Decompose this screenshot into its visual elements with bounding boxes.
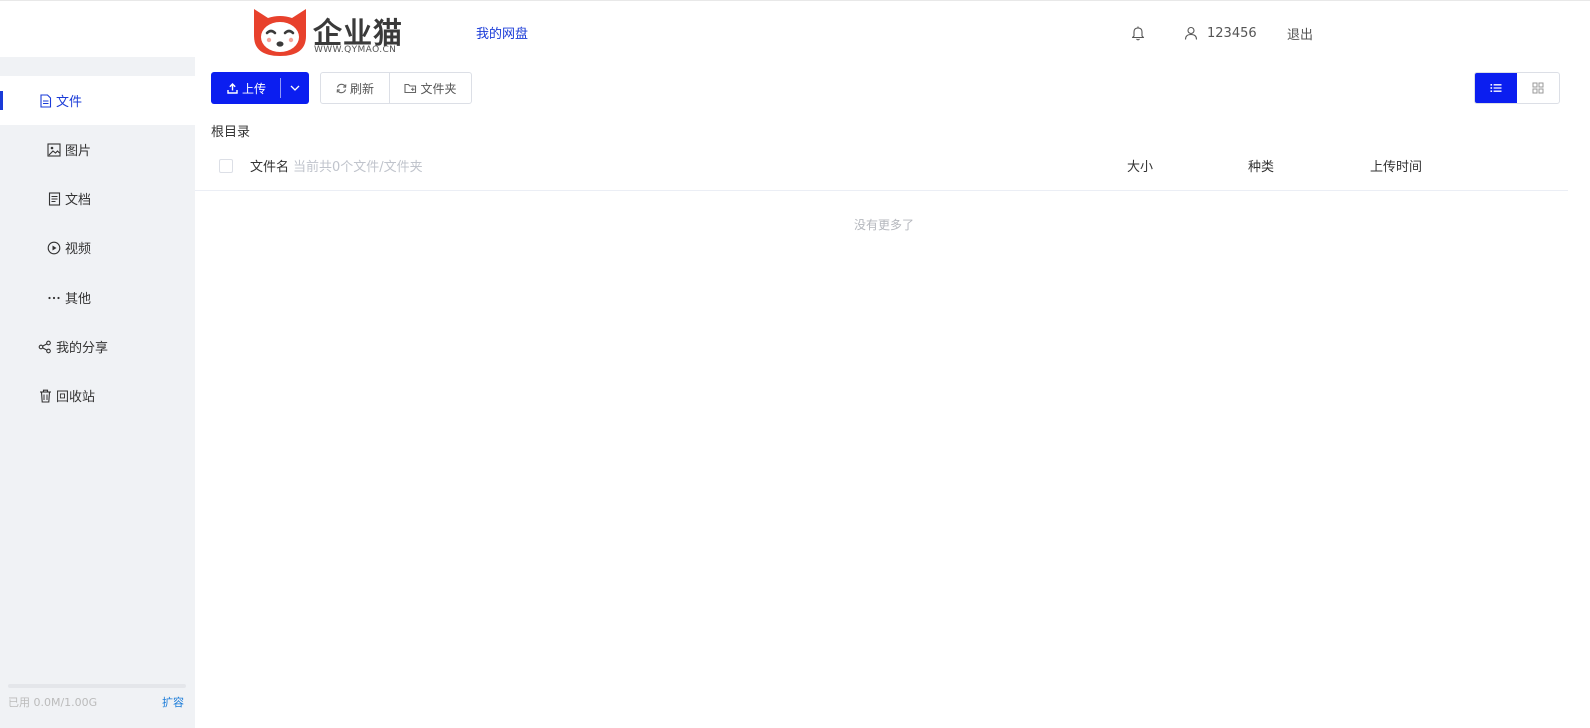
sidebar-item-label: 回收站: [56, 390, 96, 405]
expand-storage-link[interactable]: 扩容: [162, 694, 184, 710]
nav-my-drive[interactable]: 我的网盘: [476, 23, 528, 42]
sidebar-item-documents[interactable]: 文档: [0, 174, 195, 223]
sidebar-item-files[interactable]: 文件: [0, 76, 195, 125]
logo[interactable]: 企业猫 WWW.QYMAO.CN: [252, 6, 412, 58]
user-icon: [1184, 26, 1198, 40]
logo-url: WWW.QYMAO.CN: [314, 45, 397, 55]
sidebar-item-other[interactable]: 其他: [0, 273, 195, 322]
image-icon: [47, 142, 61, 157]
user-menu[interactable]: 123456: [1184, 24, 1257, 42]
logout-link[interactable]: 退出: [1287, 24, 1313, 43]
play-circle-icon: [47, 241, 61, 255]
trash-icon: [38, 389, 52, 403]
upload-button[interactable]: 上传: [211, 72, 280, 104]
sidebar: 文件 图片 文档 视频 其他 我的分享 回收站 已用 0.0M/1.00G 扩容: [0, 57, 195, 728]
file-icon: [38, 93, 52, 108]
select-all-checkbox[interactable]: [219, 159, 233, 173]
refresh-button[interactable]: 刷新: [321, 73, 390, 103]
sidebar-item-videos[interactable]: 视频: [0, 223, 195, 272]
sidebar-item-recycle-bin[interactable]: 回收站: [0, 371, 195, 420]
refresh-icon: [336, 83, 347, 93]
sidebar-item-images[interactable]: 图片: [0, 125, 195, 174]
username: 123456: [1207, 25, 1257, 41]
upload-dropdown-toggle[interactable]: [281, 72, 309, 104]
empty-state-text: 没有更多了: [854, 218, 915, 232]
breadcrumb-root[interactable]: 根目录: [211, 121, 250, 140]
refresh-label: 刷新: [349, 81, 374, 96]
column-header-name[interactable]: 文件名: [250, 156, 289, 175]
app-root: 企业猫 WWW.QYMAO.CN 我的网盘 123456 退出 文件 图片 文档…: [0, 0, 1590, 728]
upload-label: 上传: [242, 81, 267, 96]
file-count: 当前共0个文件/文件夹: [293, 160, 423, 175]
share-icon: [38, 340, 52, 354]
list-view-button[interactable]: [1475, 73, 1517, 103]
storage-usage: 已用 0.0M/1.00G: [8, 696, 98, 709]
upload-icon: [227, 82, 238, 94]
column-header-upload-time[interactable]: 上传时间: [1370, 156, 1422, 175]
bell-icon[interactable]: [1131, 25, 1145, 41]
grid-icon: [1532, 82, 1544, 94]
top-header: 企业猫 WWW.QYMAO.CN 我的网盘 123456 退出: [0, 0, 1590, 57]
cat-logo-icon: [254, 9, 306, 56]
list-icon: [1490, 84, 1502, 92]
grid-view-button[interactable]: [1517, 73, 1559, 103]
chevron-down-icon: [290, 85, 300, 91]
view-toggle: [1474, 72, 1560, 104]
sidebar-item-label: 视频: [65, 242, 92, 257]
folder-add-icon: [404, 83, 417, 93]
sidebar-item-label: 文档: [65, 193, 92, 208]
sidebar-item-label: 其他: [65, 292, 92, 307]
upload-button-group: 上传: [211, 72, 309, 104]
column-header-type[interactable]: 种类: [1248, 156, 1274, 175]
file-table-header: 文件名 当前共0个文件/文件夹 大小 种类 上传时间: [195, 144, 1568, 191]
sidebar-item-label: 我的分享: [56, 341, 109, 356]
new-folder-label: 文件夹: [420, 81, 457, 96]
sidebar-item-my-shares[interactable]: 我的分享: [0, 322, 195, 371]
action-button-group: 刷新 文件夹: [320, 72, 472, 104]
new-folder-button[interactable]: 文件夹: [390, 73, 471, 103]
sidebar-item-label: 图片: [65, 144, 92, 159]
sidebar-item-label: 文件: [56, 95, 83, 110]
column-header-size[interactable]: 大小: [1127, 156, 1153, 175]
document-icon: [47, 191, 61, 206]
storage-progress: [8, 684, 186, 688]
more-icon: [47, 291, 61, 305]
